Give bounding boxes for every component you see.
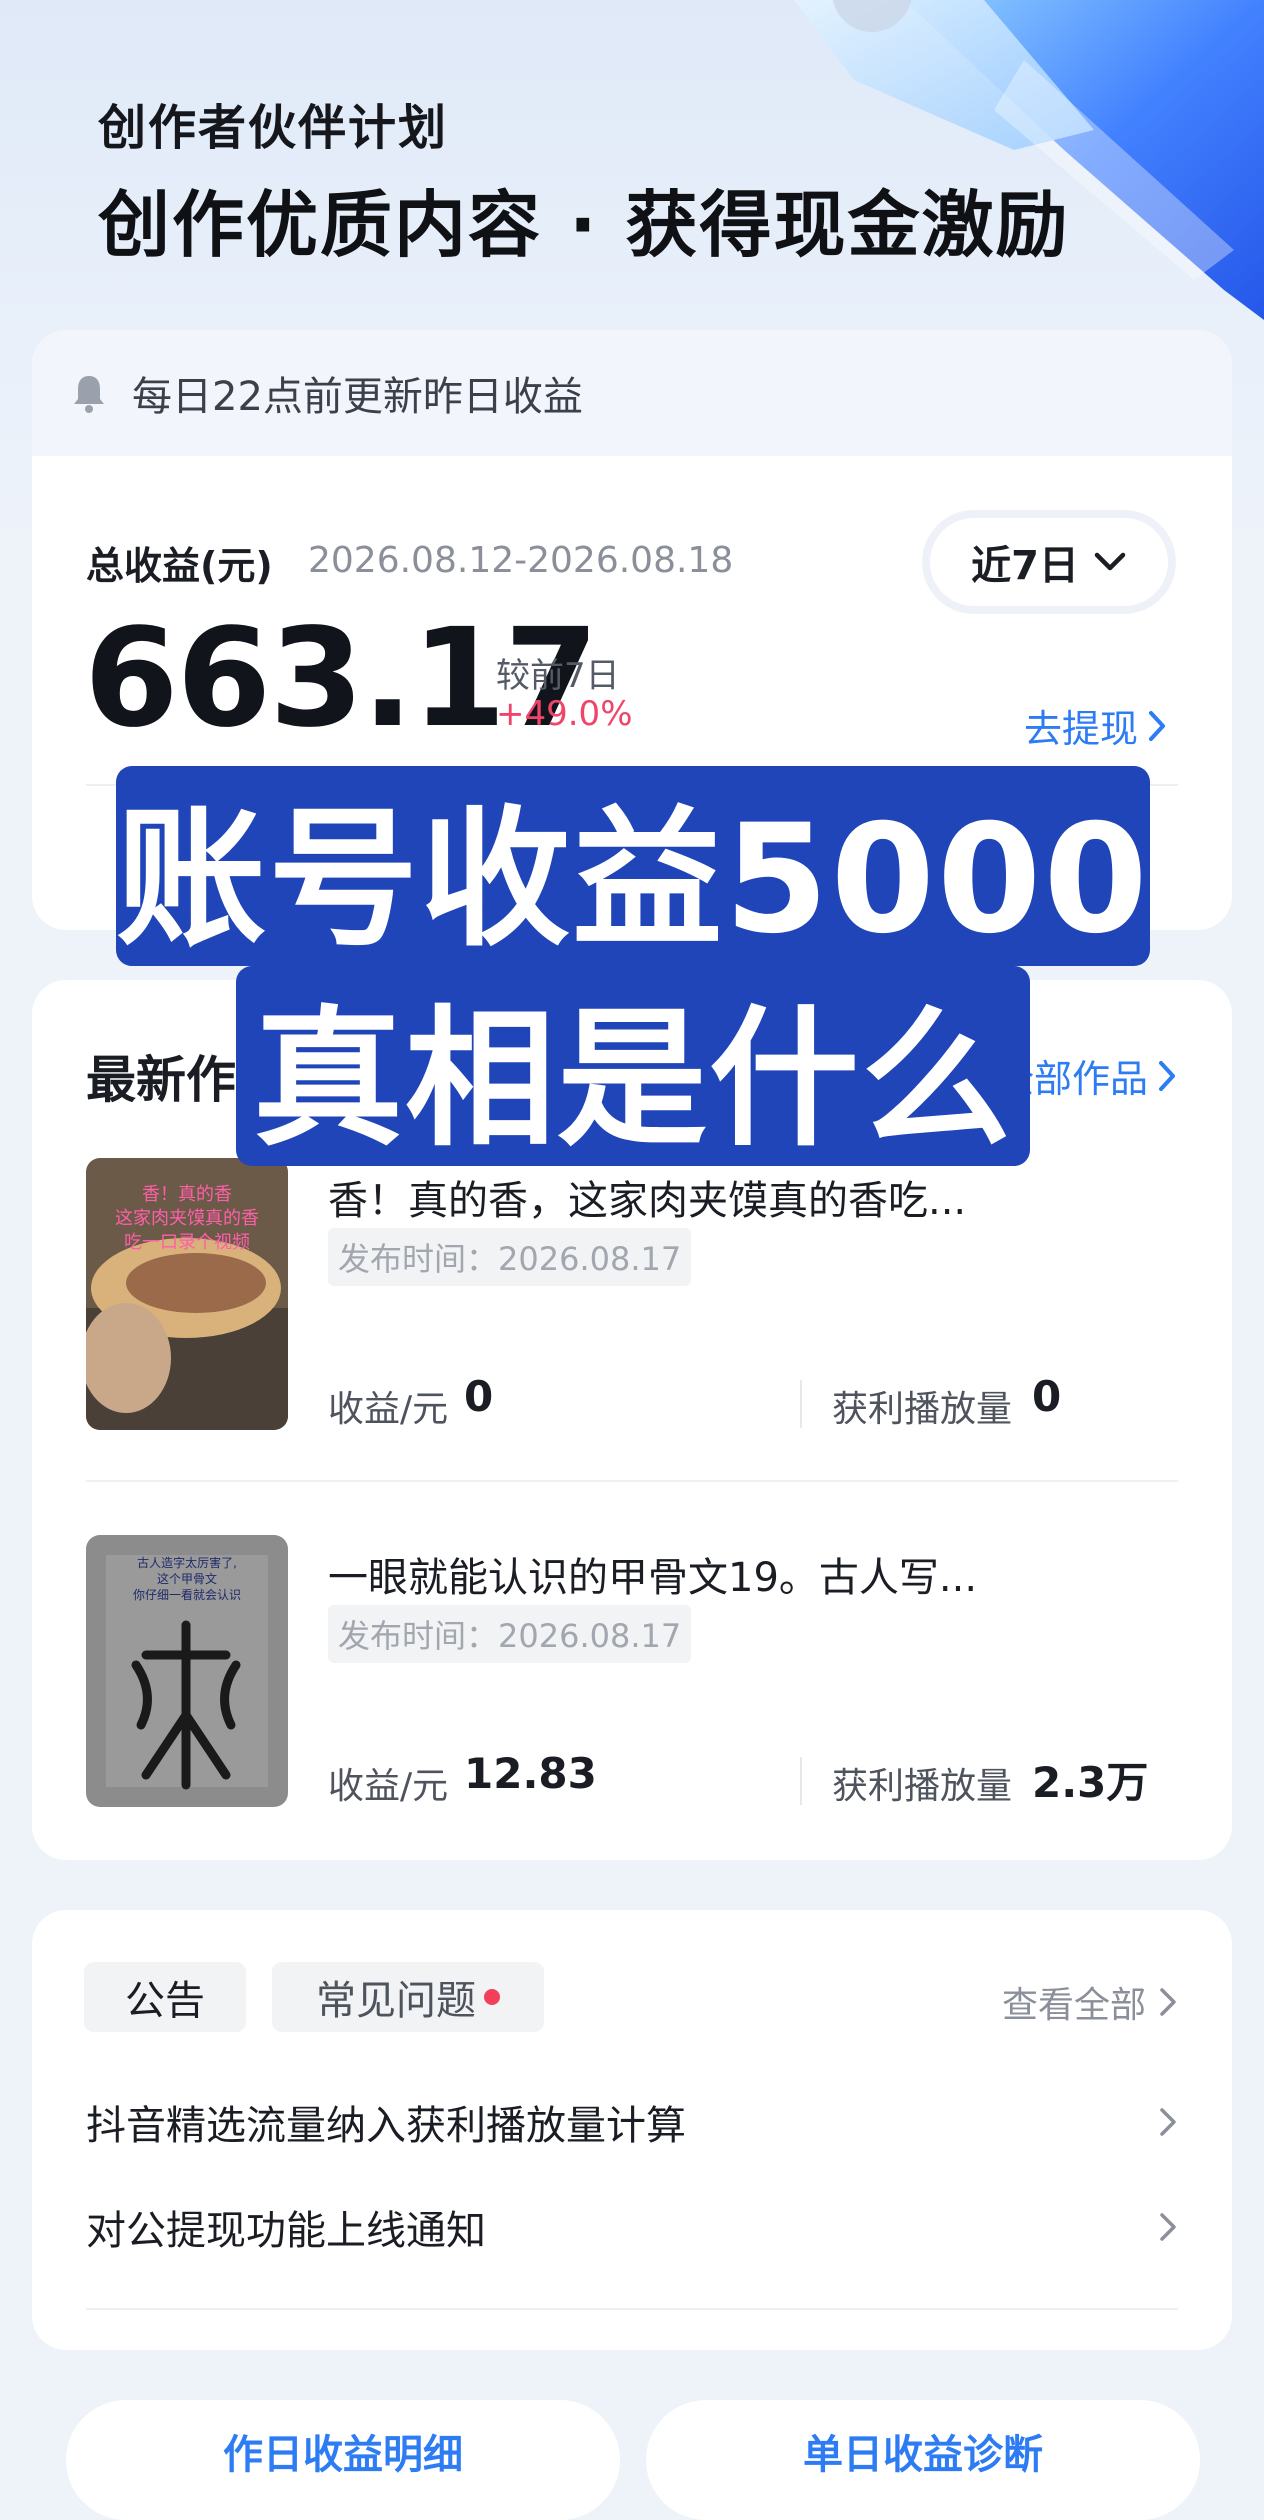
earnings-label: 收益/元: [328, 1766, 449, 1807]
divider: [86, 1480, 1178, 1482]
withdraw-link[interactable]: 去提现: [1024, 698, 1168, 753]
notice-text: 每日22点前更新昨日收益: [132, 374, 583, 420]
compare-value: +49.0%: [496, 694, 633, 734]
plays-value: 2.3万: [1032, 1758, 1149, 1807]
daily-earnings-detail-button[interactable]: 作日收益明细: [66, 2400, 620, 2520]
withdraw-label: 去提现: [1024, 707, 1139, 751]
announcement-item[interactable]: 抖音精选流量纳入获利播放量计算: [86, 2092, 1178, 2152]
announcements-card: 公告 常见问题 查看全部 抖音精选流量纳入获利播放量计算 对公提现功能上线通知: [32, 1910, 1232, 2350]
button-label: 单日收益诊断: [803, 2432, 1043, 2478]
work-item[interactable]: 香！真的香 这家肉夹馍真的香 吃一口录个视频 香！真的香，这家肉夹馍真的香吃..…: [86, 1158, 1178, 1458]
chevron-right-icon: [1159, 1060, 1175, 1091]
bell-icon: [74, 376, 104, 413]
plays-value: 0: [1032, 1372, 1062, 1421]
work-thumbnail: 香！真的香 这家肉夹馍真的香 吃一口录个视频: [86, 1158, 288, 1430]
unread-dot: [484, 1989, 500, 2005]
tab-label: 常见问题: [316, 1978, 476, 2024]
chevron-right-icon: [1160, 2108, 1176, 2136]
thumb-text: 古人造字太厉害了,: [137, 1555, 237, 1570]
date-range: 2026.08.12-2026.08.18: [308, 540, 734, 581]
work-date: 发布时间：2026.08.17: [328, 1605, 692, 1663]
thumb-text: 这家肉夹馍真的香: [115, 1208, 259, 1229]
chevron-right-icon: [1160, 2213, 1176, 2241]
compare-label: 较前7日: [496, 656, 620, 696]
chevron-down-icon: [1094, 552, 1126, 571]
tab-announcements[interactable]: 公告: [84, 1962, 246, 2032]
announcement-item[interactable]: 对公提现功能上线通知: [86, 2197, 1178, 2257]
announcement-title: 对公提现功能上线通知: [86, 2208, 486, 2254]
view-all-link[interactable]: 查看全部: [1002, 1976, 1178, 2028]
divider: [800, 1757, 802, 1805]
thumb-text: 吃一口录个视频: [124, 1232, 250, 1253]
overlay-caption-line2: 真相是什么: [236, 966, 1030, 1167]
period-selector[interactable]: 近7日: [930, 518, 1168, 606]
work-date: 发布时间：2026.08.17: [328, 1228, 692, 1286]
plays-label: 获利播放量: [832, 1766, 1013, 1807]
work-title: 一眼就能认识的甲骨文19。古人写...: [328, 1555, 978, 1601]
thumb-text: 这个甲骨文: [157, 1571, 217, 1586]
earnings-value: 12.83: [464, 1749, 597, 1798]
chevron-right-icon: [1149, 710, 1166, 741]
total-earnings-label: 总收益(元): [86, 544, 273, 588]
plays-label: 获利播放量: [832, 1389, 1013, 1430]
overlay-caption-line1: 账号收益5000: [116, 766, 1150, 967]
earnings-value: 0: [464, 1372, 494, 1421]
announcement-title: 抖音精选流量纳入获利播放量计算: [86, 2103, 686, 2149]
tab-label: 公告: [125, 1978, 205, 2024]
daily-earnings-diagnosis-button[interactable]: 单日收益诊断: [646, 2400, 1200, 2520]
period-label: 近7日: [971, 543, 1079, 589]
thumb-text: 香！真的香: [142, 1184, 232, 1205]
work-thumbnail: 古人造字太厉害了, 这个甲骨文 你仔细一看就会认识: [86, 1535, 288, 1807]
update-notice: 每日22点前更新昨日收益: [32, 330, 1232, 456]
chevron-right-icon: [1160, 1988, 1176, 2016]
work-item[interactable]: 古人造字太厉害了, 这个甲骨文 你仔细一看就会认识 一眼就能认识的甲骨文19。古…: [86, 1535, 1178, 1835]
divider: [800, 1380, 802, 1428]
hero-subtitle: 创作者伙伴计划: [98, 100, 449, 156]
tab-faq[interactable]: 常见问题: [272, 1962, 544, 2032]
button-label: 作日收益明细: [223, 2432, 463, 2478]
work-title: 香！真的香，这家肉夹馍真的香吃...: [328, 1178, 967, 1224]
earnings-label: 收益/元: [328, 1389, 449, 1430]
thumb-text: 你仔细一看就会认识: [133, 1588, 241, 1602]
hero-title: 创作优质内容 · 获得现金激励: [98, 183, 1070, 267]
divider: [86, 2308, 1178, 2310]
view-all-label: 查看全部: [1001, 1985, 1146, 2026]
